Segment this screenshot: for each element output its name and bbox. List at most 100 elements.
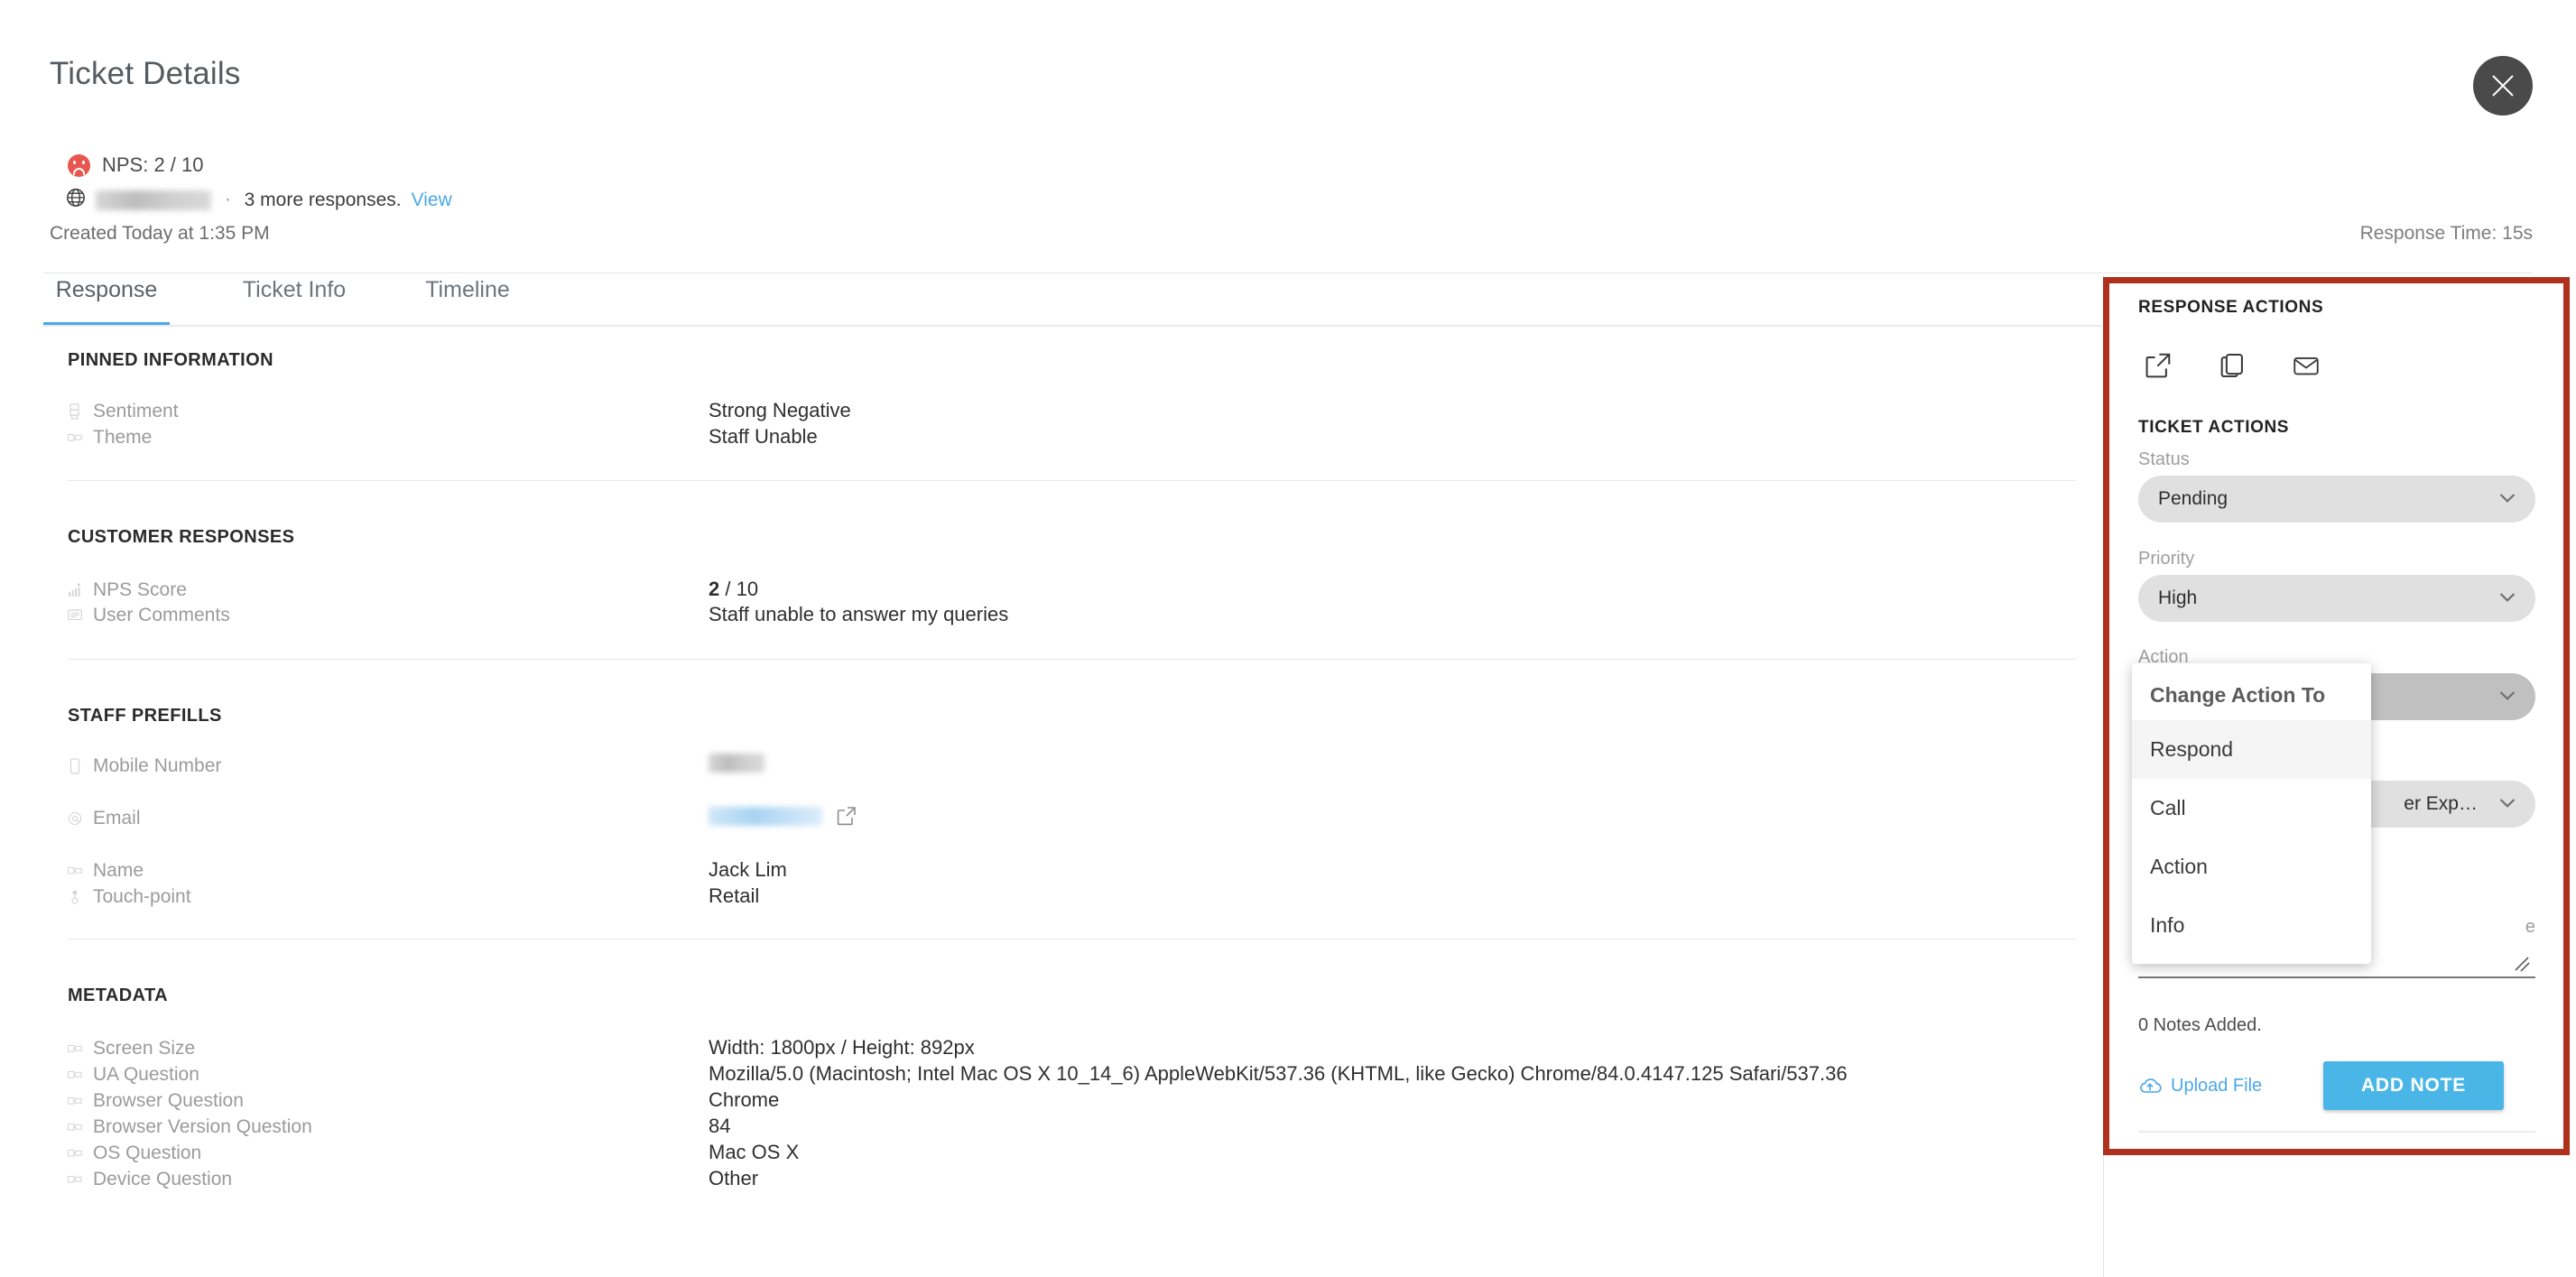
field-value-name: Jack Lim (709, 858, 787, 881)
field-value-touchpoint: Retail (709, 884, 760, 907)
nps-score-total: / 10 (719, 578, 759, 600)
section-title-prefills: STAFF PREFILLS (68, 706, 222, 726)
field-label-email-text: Email (93, 808, 141, 828)
field-row-theme: Theme Staff Unable (0, 425, 2022, 454)
add-note-button[interactable]: ADD NOTE (2323, 1061, 2504, 1110)
chevron-down-icon (2499, 593, 2516, 602)
field-row-email: Email (0, 806, 2022, 835)
field-row-browser: Browser Question Chrome (0, 1088, 2022, 1117)
dropdown-item-respond[interactable]: Respond (2132, 720, 2371, 779)
field-label-mobile-text: Mobile Number (93, 755, 222, 776)
ticket-details-modal: Ticket Details NPS: 2 / 10 · 3 more resp… (0, 0, 2576, 1277)
notes-count: 0 Notes Added. (2138, 1015, 2262, 1035)
category-select-value: er Exp… (2404, 793, 2478, 814)
globe-icon (66, 188, 86, 212)
mail-icon[interactable] (2293, 352, 2320, 379)
redacted-url (96, 190, 211, 210)
text-field-icon (68, 1070, 82, 1078)
dropdown-item-call[interactable]: Call (2132, 779, 2371, 837)
field-label-ua: UA Question (68, 1064, 199, 1086)
text-field-icon (68, 1123, 82, 1131)
section-title-metadata: METADATA (68, 986, 168, 1005)
field-label-browser: Browser Question (68, 1090, 244, 1112)
chevron-down-icon (2499, 494, 2516, 503)
dropdown-heading: Change Action To (2150, 683, 2326, 707)
external-link-icon[interactable] (837, 806, 857, 826)
redacted-mobile (709, 754, 764, 773)
status-select[interactable]: Pending (2138, 476, 2535, 523)
text-field-icon (68, 1175, 82, 1183)
field-label-browser-version-text: Browser Version Question (93, 1116, 312, 1137)
field-label-screen-size-text: Screen Size (93, 1038, 196, 1059)
field-value-screen-size: Width: 1800px / Height: 892px (709, 1036, 975, 1059)
separator: · (225, 190, 231, 209)
field-row-user-comments: User Comments Staff unable to answer my … (0, 603, 2022, 632)
field-label-name: Name (68, 860, 144, 882)
field-row-mobile: Mobile Number (0, 754, 2022, 782)
ticket-actions-title: TICKET ACTIONS (2138, 418, 2290, 437)
tab-ticket-info[interactable]: Ticket Info (231, 273, 357, 326)
field-label-os: OS Question (68, 1143, 201, 1164)
response-time: Response Time: 15s (2359, 223, 2533, 244)
field-row-name: Name Jack Lim (0, 858, 2022, 887)
field-value-browser-version: 84 (709, 1115, 731, 1137)
field-label-sentiment: Sentiment (68, 401, 179, 422)
tab-timeline-label: Timeline (425, 277, 510, 302)
text-field-icon (68, 1149, 82, 1157)
view-responses-link[interactable]: View (412, 190, 452, 211)
modal-header: Ticket Details NPS: 2 / 10 · 3 more resp… (0, 0, 2576, 273)
priority-select[interactable]: High (2138, 575, 2535, 622)
text-field-icon (68, 433, 82, 441)
copy-icon[interactable] (2219, 352, 2246, 379)
field-value-user-comments: Staff unable to answer my queries (709, 603, 1009, 625)
field-label-device: Device Question (68, 1169, 232, 1190)
field-row-nps-score: NPS Score 2 / 10 (0, 578, 2022, 606)
section-title-pinned: PINNED INFORMATION (68, 350, 273, 370)
field-label-touchpoint-text: Touch-point (93, 886, 191, 907)
priority-field-label: Priority (2138, 549, 2195, 569)
text-field-icon (68, 866, 82, 874)
field-label-nps-score-text: NPS Score (93, 579, 187, 600)
field-row-sentiment: Sentiment Strong Negative (0, 399, 2022, 428)
field-value-sentiment: Strong Negative (709, 399, 851, 421)
field-label-os-text: OS Question (93, 1143, 202, 1163)
field-label-theme-text: Theme (93, 427, 153, 448)
status-select-value: Pending (2158, 488, 2229, 509)
field-label-touchpoint: Touch-point (68, 886, 191, 908)
field-row-device: Device Question Other (0, 1167, 2022, 1196)
text-field-icon (68, 1097, 82, 1105)
section-divider-2 (68, 659, 2076, 660)
checklist-icon (69, 403, 79, 420)
chevron-down-icon (2499, 691, 2516, 700)
note-input-underline (2138, 976, 2535, 978)
field-value-email (709, 806, 857, 826)
nps-summary-text: NPS: 2 / 10 (102, 153, 204, 176)
chevron-down-icon (2499, 799, 2516, 808)
external-link-icon[interactable] (2145, 352, 2172, 379)
sad-face-icon (68, 153, 90, 177)
tab-timeline[interactable]: Timeline (404, 273, 531, 326)
status-field-label: Status (2138, 449, 2190, 469)
source-url-row: · 3 more responses. View (66, 188, 452, 212)
field-value-device: Other (709, 1167, 759, 1189)
bar-chart-icon (69, 583, 81, 597)
dropdown-item-action[interactable]: Action (2132, 837, 2371, 896)
priority-select-value: High (2158, 588, 2198, 608)
resize-grip-icon[interactable] (2512, 954, 2532, 974)
field-value-ua: Mozilla/5.0 (Macintosh; Intel Mac OS X 1… (709, 1062, 1848, 1085)
field-label-name-text: Name (93, 860, 144, 881)
field-label-browser-version: Browser Version Question (68, 1116, 312, 1138)
response-actions-title: RESPONSE ACTIONS (2138, 298, 2324, 317)
comment-icon (68, 609, 82, 621)
field-label-screen-size: Screen Size (68, 1038, 195, 1060)
field-label-user-comments: User Comments (68, 605, 230, 626)
close-icon[interactable] (2473, 56, 2533, 116)
text-field-icon (68, 1044, 82, 1052)
dropdown-item-info[interactable]: Info (2132, 896, 2371, 955)
field-row-os: OS Question Mac OS X (0, 1141, 2022, 1170)
panel-bottom-divider (2138, 1131, 2535, 1133)
upload-file-button[interactable]: Upload File (2138, 1076, 2262, 1097)
tab-ticket-info-label: Ticket Info (242, 277, 347, 302)
field-value-browser: Chrome (709, 1088, 780, 1111)
tab-response[interactable]: Response (43, 273, 170, 326)
